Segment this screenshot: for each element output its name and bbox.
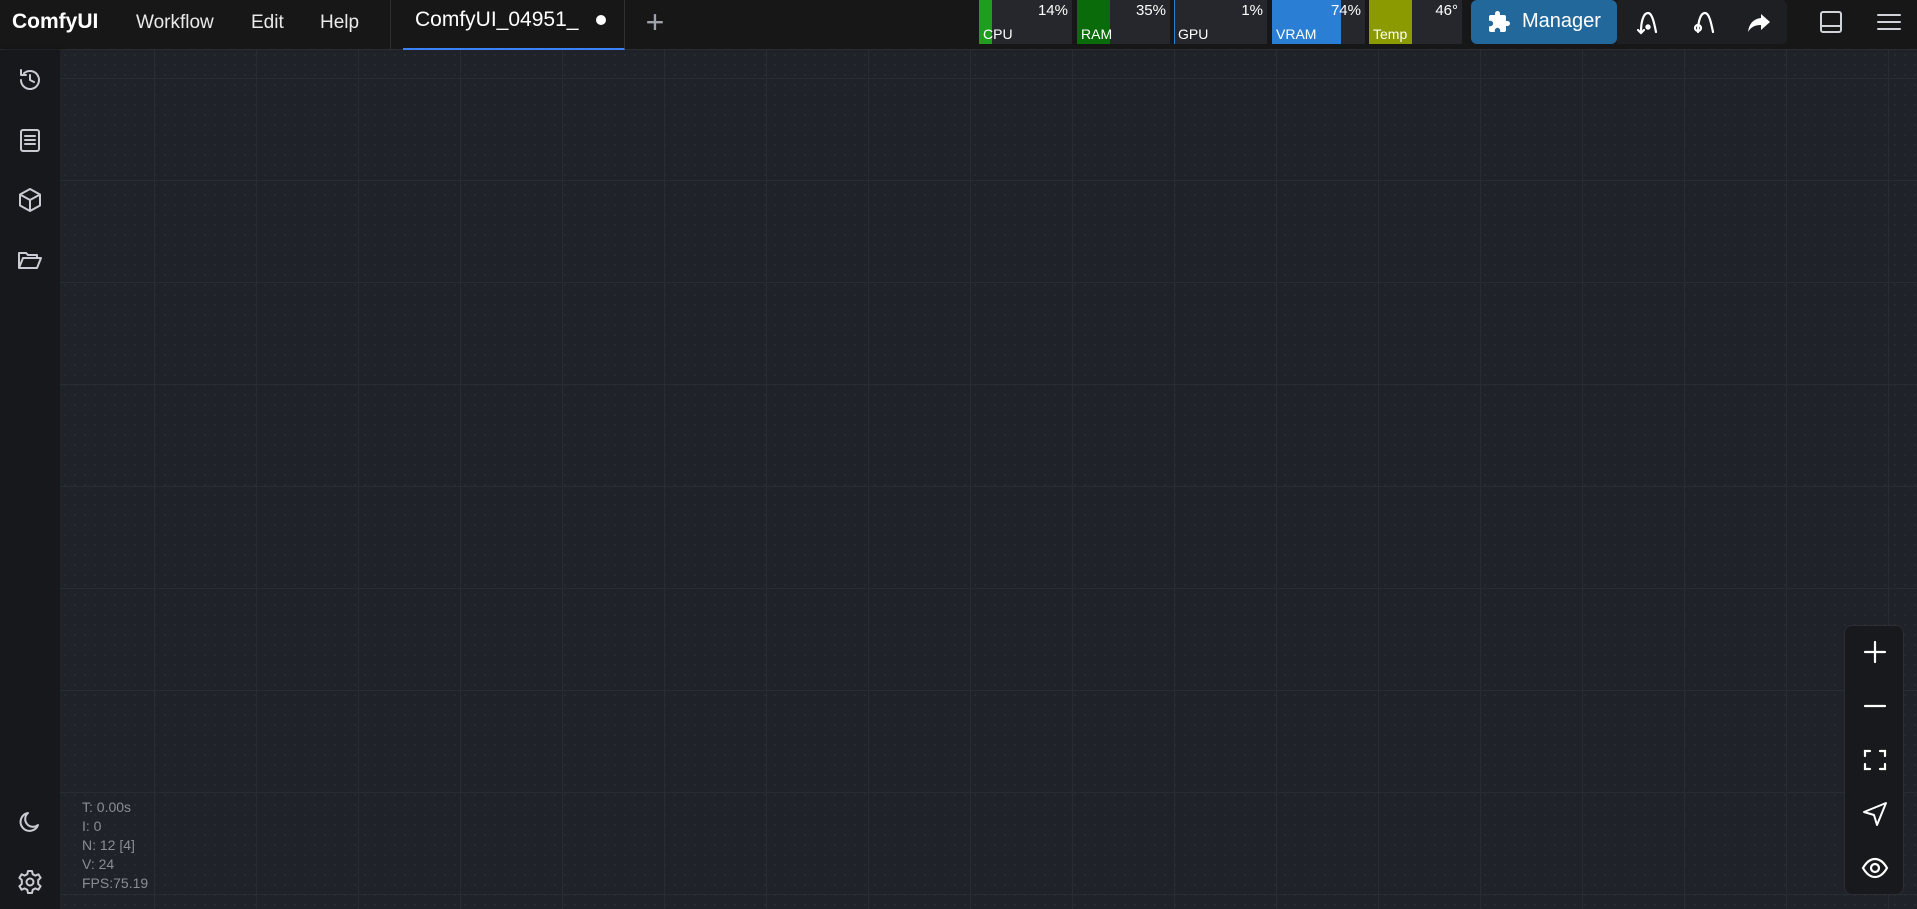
monitor-ram-label: RAM (1081, 26, 1113, 42)
node-library-icon[interactable] (16, 126, 44, 154)
puzzle-icon (1487, 10, 1511, 34)
history-icon[interactable] (16, 66, 44, 94)
share-icon[interactable] (1745, 8, 1773, 36)
unsaved-dot-icon[interactable] (596, 15, 606, 25)
link-visibility-icon[interactable] (1861, 854, 1889, 882)
stat-time: T: 0.00s (82, 799, 132, 815)
canvas-controls (1844, 625, 1904, 895)
graph-canvas[interactable] (60, 50, 1917, 909)
manager-label: Manager (1522, 10, 1601, 32)
stat-fps: FPS:75.19 (82, 875, 149, 891)
sidebar (0, 50, 60, 909)
workflow-tab-label: ComfyUI_04951_ (415, 8, 579, 31)
stat-iterations: I: 0 (82, 818, 102, 834)
queue-action-group (1617, 0, 1787, 44)
stat-nodes: N: 12 [4] (82, 837, 135, 853)
zoom-out-icon[interactable] (1861, 692, 1889, 720)
fit-view-icon[interactable] (1861, 746, 1889, 774)
settings-gear-icon[interactable] (16, 868, 44, 896)
monitor-gpu-value: 1% (1241, 2, 1263, 19)
manager-button[interactable]: Manager (1471, 0, 1617, 44)
bottom-panel-icon[interactable] (1817, 8, 1845, 36)
pointer-mode-icon[interactable] (1861, 800, 1889, 828)
monitor-gpu: GPU 1% (1174, 0, 1267, 44)
comfyui-app: ComfyUI Workflow Edit Help ComfyUI_04951… (0, 0, 1917, 909)
monitor-cpu-value: 14% (1037, 2, 1068, 19)
menu-workflow[interactable]: Workflow (136, 12, 214, 34)
monitor-gpu-label: GPU (1178, 26, 1209, 42)
theme-moon-icon[interactable] (16, 808, 44, 836)
menu-help[interactable]: Help (320, 12, 359, 34)
monitor-gpu-fill (1174, 0, 1175, 44)
stat-visible: V: 24 (82, 856, 115, 872)
app-logo: ComfyUI (12, 10, 99, 33)
queue-front-icon[interactable] (1689, 8, 1717, 36)
menu-divider (390, 0, 391, 50)
monitor-cpu-label: CPU (983, 26, 1013, 42)
top-menu-bar: ComfyUI Workflow Edit Help ComfyUI_04951… (0, 0, 1917, 50)
new-tab-button[interactable]: + (640, 6, 670, 38)
monitor-cpu: CPU 14% (979, 0, 1072, 44)
workflow-tab[interactable]: ComfyUI_04951_ (403, 0, 625, 50)
model-library-icon[interactable] (16, 186, 44, 214)
monitor-vram: VRAM 74% (1272, 0, 1365, 44)
monitor-vram-label: VRAM (1276, 26, 1317, 42)
monitor-temp-value: 46° (1435, 2, 1458, 19)
monitor-vram-value: 74% (1330, 2, 1361, 19)
monitor-temp: Temp 46° (1369, 0, 1462, 44)
menu-edit[interactable]: Edit (251, 12, 284, 34)
monitor-ram: RAM 35% (1077, 0, 1170, 44)
monitor-ram-value: 35% (1135, 2, 1166, 19)
queue-icon[interactable] (1633, 8, 1661, 36)
hamburger-menu-icon[interactable] (1875, 8, 1903, 36)
render-stats: T: 0.00s I: 0 N: 12 [4] V: 24 FPS:75.19 (82, 798, 148, 893)
workflows-folder-icon[interactable] (16, 246, 44, 274)
monitor-temp-label: Temp (1373, 26, 1408, 42)
zoom-in-icon[interactable] (1861, 638, 1889, 666)
